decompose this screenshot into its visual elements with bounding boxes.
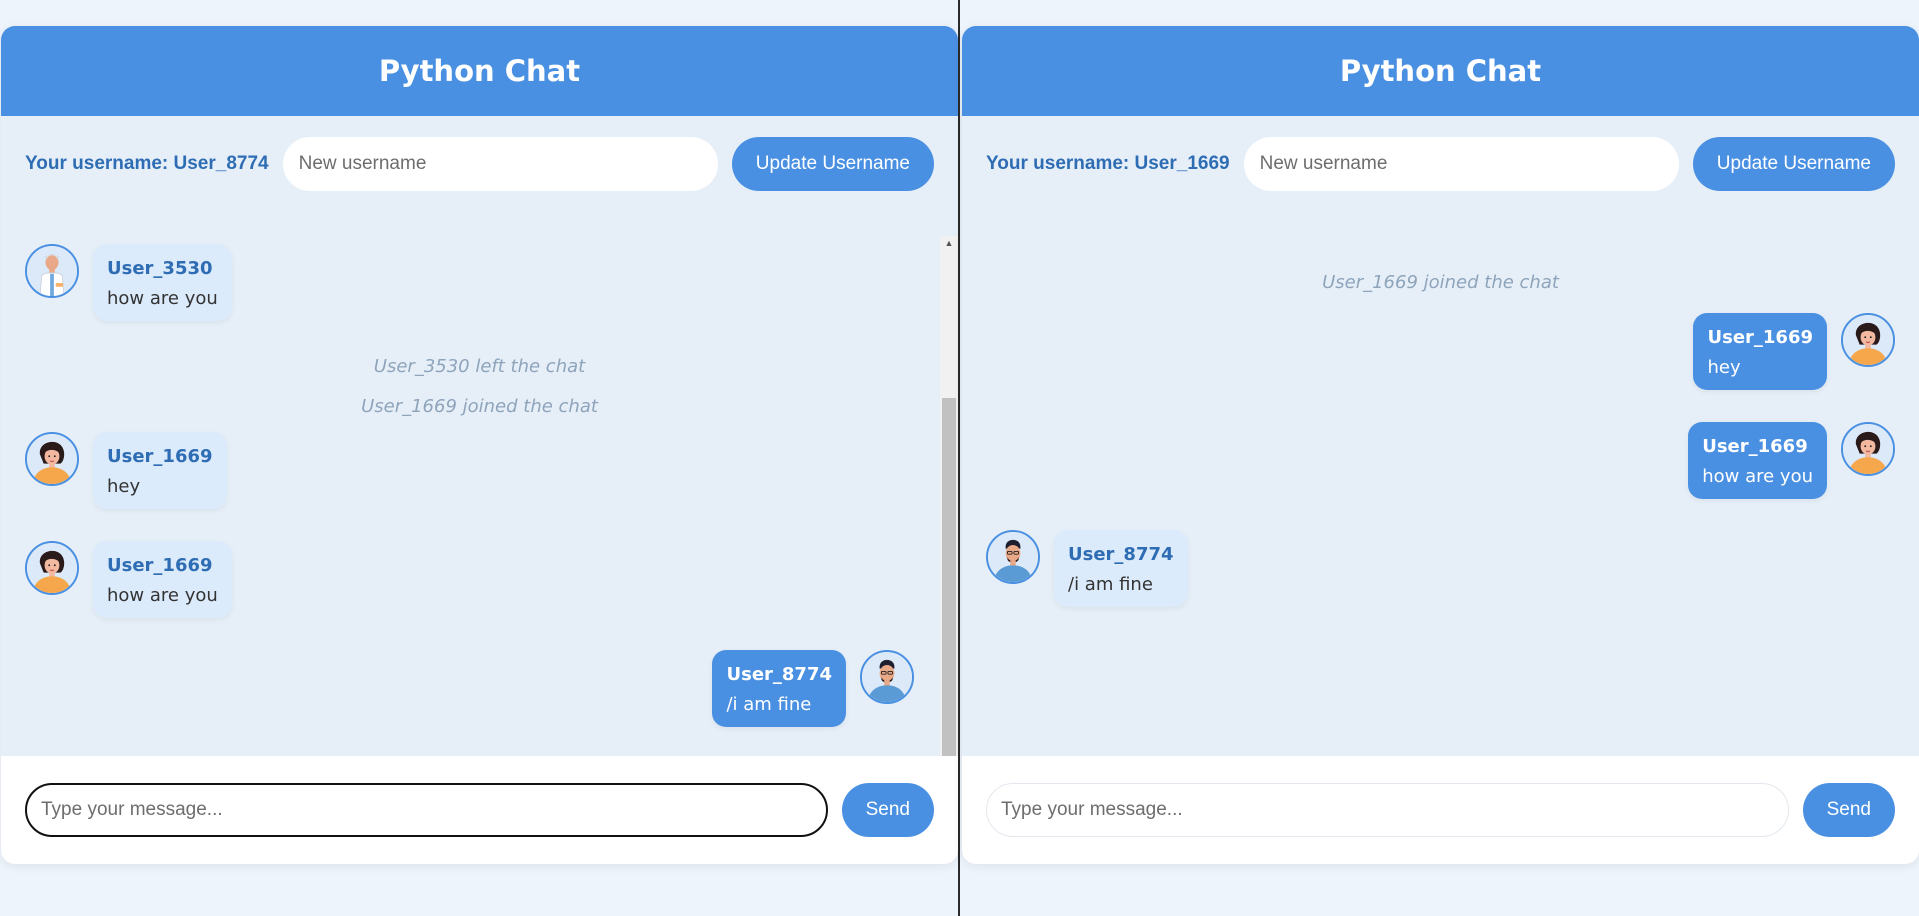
system-message: User_3530 left the chat	[373, 356, 586, 377]
woman-avatar-icon	[25, 541, 79, 595]
message-sender: User_1669	[1707, 327, 1813, 348]
message-bubble: User_8774 /i am fine	[712, 650, 846, 727]
message-sender: User_8774	[726, 664, 832, 685]
woman-avatar-icon	[25, 432, 79, 486]
message-text: how are you	[1702, 466, 1813, 487]
message-bubble: User_3530 how are you	[93, 244, 232, 321]
message-bubble: User_1669 hey	[1693, 313, 1827, 390]
left-browser-pane: Python Chat Your username: User_8774 Upd…	[0, 0, 960, 916]
message-text: /i am fine	[1068, 574, 1153, 595]
send-button[interactable]: Send	[841, 783, 934, 837]
chat-window: Python Chat Your username: User_1669 Upd…	[962, 26, 1919, 864]
woman-avatar-icon	[1841, 313, 1895, 367]
system-message: User_1669 joined the chat	[1322, 272, 1559, 293]
send-button[interactable]: Send	[1802, 783, 1895, 837]
message-sender: User_1669	[1702, 436, 1808, 457]
message-sent: User_1669 how are you	[1688, 422, 1895, 499]
system-message: User_1669 joined the chat	[361, 396, 598, 417]
message-received: User_3530 how are you	[25, 244, 232, 321]
message-sender: User_1669	[107, 446, 213, 467]
username-bar: Your username: User_1669 Update Username	[962, 116, 1919, 212]
message-bubble: User_1669 hey	[93, 432, 227, 509]
message-received: User_1669 how are you	[25, 541, 232, 618]
new-username-input[interactable]	[282, 137, 718, 191]
woman-avatar-icon	[1841, 422, 1895, 476]
message-sender: User_8774	[1068, 544, 1174, 565]
chat-title: Python Chat	[1339, 54, 1542, 88]
message-input-bar: Send	[1, 756, 958, 864]
right-browser-pane: Python Chat Your username: User_1669 Upd…	[962, 0, 1919, 916]
message-scrollbar[interactable]: ▲ ▼	[940, 236, 958, 782]
message-sent: User_8774 /i am fine	[712, 650, 914, 727]
message-text: /i am fine	[726, 694, 812, 715]
current-username-label: Your username: User_8774	[25, 153, 269, 174]
message-text: hey	[107, 476, 141, 497]
message-input-bar: Send	[962, 756, 1919, 864]
message-sender: User_3530	[107, 258, 213, 279]
message-input[interactable]	[25, 783, 828, 837]
message-sent: User_1669 hey	[1693, 313, 1895, 390]
doctor-avatar-icon	[25, 244, 79, 298]
chat-window: Python Chat Your username: User_8774 Upd…	[1, 26, 958, 864]
man-avatar-icon	[860, 650, 914, 704]
username-bar: Your username: User_8774 Update Username	[1, 116, 958, 212]
scroll-up-icon[interactable]: ▲	[940, 236, 958, 250]
new-username-input[interactable]	[1243, 137, 1679, 191]
chat-title: Python Chat	[378, 54, 581, 88]
message-text: how are you	[107, 585, 218, 606]
chat-header: Python Chat	[1, 26, 958, 116]
message-list: User_3530 how are you User_3530 left the…	[1, 212, 958, 782]
message-bubble: User_1669 how are you	[1688, 422, 1827, 499]
scrollbar-thumb[interactable]	[942, 398, 956, 762]
message-text: how are you	[107, 288, 218, 309]
current-username-label: Your username: User_1669	[986, 153, 1230, 174]
message-text: hey	[1707, 357, 1741, 378]
update-username-button[interactable]: Update Username	[731, 137, 934, 191]
message-sender: User_1669	[107, 555, 213, 576]
message-received: User_1669 hey	[25, 432, 227, 509]
update-username-button[interactable]: Update Username	[1692, 137, 1895, 191]
message-list: User_1669 joined the chat User_1669 hey …	[962, 212, 1919, 782]
message-received: User_8774 /i am fine	[986, 530, 1188, 607]
man-avatar-icon	[986, 530, 1040, 584]
chat-header: Python Chat	[962, 26, 1919, 116]
message-bubble: User_1669 how are you	[93, 541, 232, 618]
message-input[interactable]	[986, 783, 1789, 837]
message-bubble: User_8774 /i am fine	[1054, 530, 1188, 607]
